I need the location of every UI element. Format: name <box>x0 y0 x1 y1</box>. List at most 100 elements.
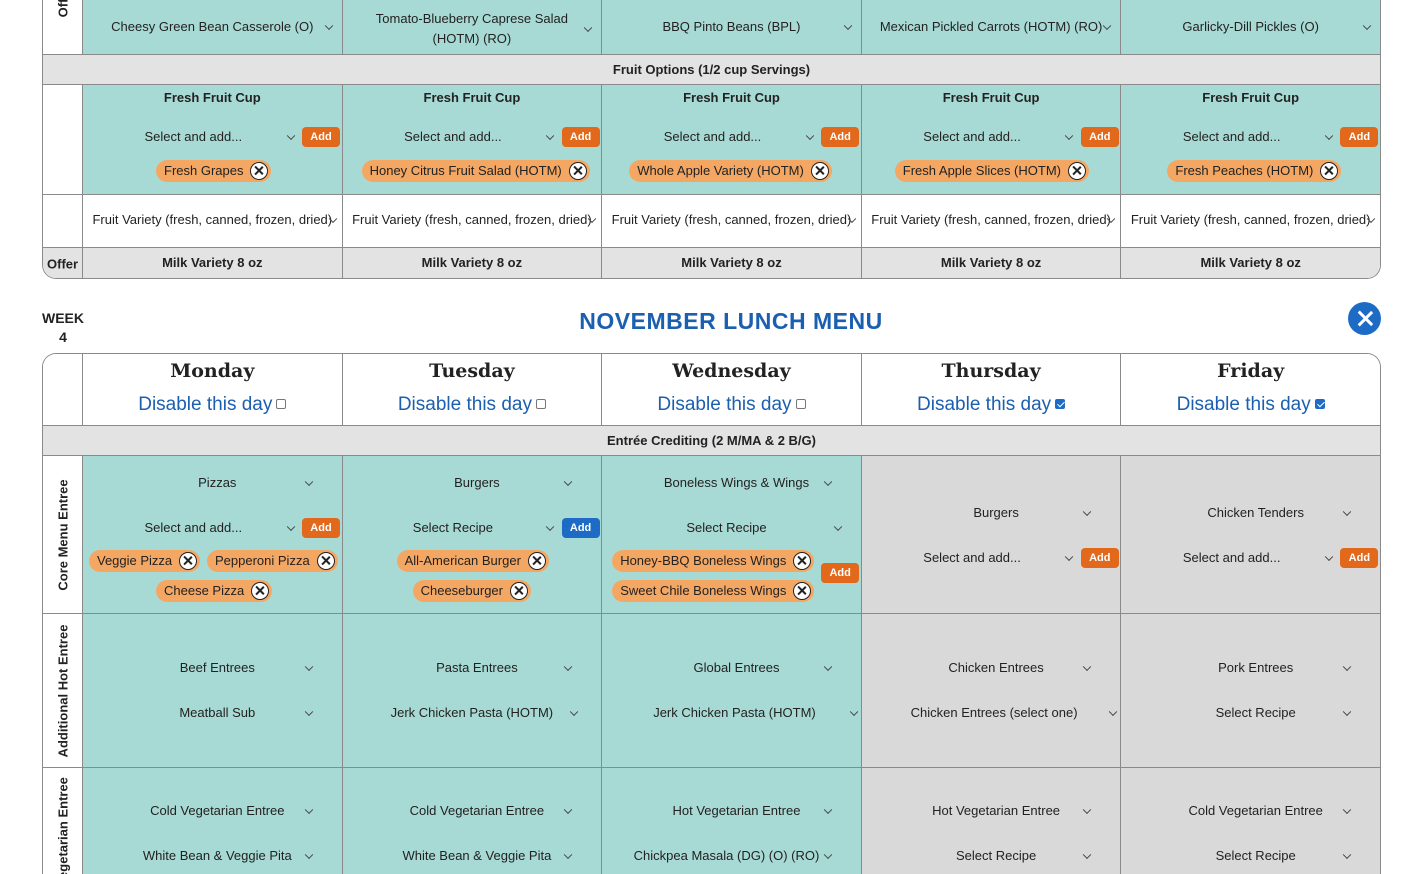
category-select[interactable]: Cold Vegetarian Entree <box>383 803 573 818</box>
day-header-row: Monday Disable this day Tuesday Disable th… <box>43 354 1380 426</box>
selected-chip: Fresh Grapes <box>156 160 272 182</box>
fruit-select[interactable]: Select and add... <box>1131 129 1334 144</box>
remove-chip-icon[interactable] <box>250 162 269 180</box>
remove-chip-icon[interactable] <box>509 582 528 600</box>
recipe-select[interactable]: Select Recipe <box>902 848 1092 863</box>
remove-chip-icon[interactable] <box>1320 162 1339 180</box>
category-select[interactable]: Pizzas <box>123 475 313 490</box>
fruit-variety-select[interactable]: Fruit Variety (fresh, canned, frozen, dr… <box>866 212 1117 227</box>
selected-chip: All-American Burger <box>396 550 549 572</box>
select-value: Pizzas <box>198 475 237 490</box>
category-select[interactable]: Pasta Entrees <box>383 660 573 675</box>
remove-chip-icon[interactable] <box>179 552 198 570</box>
disable-day-toggle[interactable]: Disable this day <box>343 394 602 416</box>
recipe-select[interactable]: Select Recipe <box>612 520 843 535</box>
category-select[interactable]: Hot Vegetarian Entree <box>642 803 833 818</box>
category-select[interactable]: Burgers <box>383 475 573 490</box>
category-select[interactable]: Chicken Entrees <box>902 660 1092 675</box>
vegetable-select[interactable]: Garlicky-Dill Pickles (O) <box>1131 19 1372 34</box>
add-button[interactable]: Add <box>1340 127 1379 147</box>
remove-chip-icon[interactable] <box>1067 162 1086 180</box>
fruit-select[interactable]: Select and add... <box>612 129 815 144</box>
category-select[interactable]: Cold Vegetarian Entree <box>1161 803 1352 818</box>
disable-day-toggle[interactable]: Disable this day <box>1121 394 1380 416</box>
fruit-cell: Fresh Fruit Cup Select and add... Add Fr… <box>861 85 1122 194</box>
category-select[interactable]: Pork Entrees <box>1161 660 1352 675</box>
recipe-select[interactable]: White Bean & Veggie Pita <box>123 848 313 863</box>
recipe-select[interactable]: Select and add... <box>872 550 1074 565</box>
add-button[interactable]: Add <box>561 127 600 147</box>
disable-day-checkbox[interactable] <box>535 398 546 409</box>
disable-day-toggle[interactable]: Disable this day <box>602 394 861 416</box>
category-select[interactable]: Cold Vegetarian Entree <box>123 803 313 818</box>
category-select[interactable]: Burgers <box>902 505 1092 520</box>
disable-day-toggle[interactable]: Disable this day <box>862 394 1121 416</box>
chevron-down-icon <box>304 662 313 671</box>
recipe-select[interactable]: Select Recipe <box>353 520 555 535</box>
vegetable-select[interactable]: Tomato-Blueberry Caprese Salad (HOTM) (R… <box>353 9 593 49</box>
add-button[interactable]: Add <box>1340 548 1379 568</box>
remove-chip-icon[interactable] <box>251 582 270 600</box>
fruit-select[interactable]: Select and add... <box>93 129 295 144</box>
disable-day-checkbox[interactable] <box>795 398 806 409</box>
disable-day-toggle[interactable]: Disable this day <box>83 394 342 416</box>
remove-chip-icon[interactable] <box>793 552 812 570</box>
select-value: Meatball Sub <box>179 705 256 720</box>
vegetable-select[interactable]: BBQ Pinto Beans (BPL) <box>612 19 853 34</box>
vegetable-cell: BBQ Pinto Beans (BPL) <box>602 0 862 54</box>
recipe-select[interactable]: White Bean & Veggie Pita <box>383 848 573 863</box>
category-select[interactable]: Beef Entrees <box>123 660 313 675</box>
recipe-select[interactable]: Select and add... <box>93 520 295 535</box>
select-value: Chicken Tenders <box>1207 505 1304 520</box>
recipe-select[interactable]: Meatball Sub <box>123 705 313 720</box>
vegetable-cell: Tomato-Blueberry Caprese Salad (HOTM) (R… <box>342 0 603 54</box>
hot-entree-cell: Global Entrees Jerk Chicken Pasta (HOTM) <box>602 614 862 767</box>
add-button[interactable]: Add <box>302 518 340 538</box>
remove-chip-icon[interactable] <box>810 162 829 180</box>
recipe-select[interactable]: Jerk Chicken Pasta (HOTM) <box>612 705 859 720</box>
disable-day-checkbox[interactable] <box>276 398 287 409</box>
day-header-wednesday: Wednesday Disable this day <box>602 354 862 425</box>
recipe-select[interactable]: Select Recipe <box>1161 705 1352 720</box>
add-button[interactable]: Add <box>1080 127 1119 147</box>
select-value: Select and add... <box>1182 550 1281 565</box>
disable-day-checkbox[interactable] <box>1055 398 1066 409</box>
category-select[interactable]: Hot Vegetarian Entree <box>902 803 1092 818</box>
remove-chip-icon[interactable] <box>568 162 587 180</box>
category-select[interactable]: Chicken Tenders <box>1161 505 1352 520</box>
recipe-select[interactable]: Select and add... <box>1131 550 1334 565</box>
fruit-variety-select[interactable]: Fruit Variety (fresh, canned, frozen, dr… <box>347 212 598 227</box>
chevron-down-icon <box>849 707 859 716</box>
recipe-select[interactable]: Jerk Chicken Pasta (HOTM) <box>367 705 579 720</box>
chevron-down-icon <box>823 662 833 671</box>
close-icon[interactable] <box>1348 302 1381 335</box>
category-select[interactable]: Boneless Wings & Wings <box>642 475 833 490</box>
vegetable-select[interactable]: Mexican Pickled Carrots (HOTM) (RO) <box>872 19 1112 34</box>
fruit-select[interactable]: Select and add... <box>353 129 555 144</box>
select-value: Garlicky-Dill Pickles (O) <box>1182 19 1319 34</box>
recipe-select[interactable]: Select Recipe <box>1161 848 1352 863</box>
remove-chip-icon[interactable] <box>527 552 546 570</box>
add-button[interactable]: Add <box>1080 548 1119 568</box>
fruit-variety-select[interactable]: Fruit Variety (fresh, canned, frozen, dr… <box>1125 212 1376 227</box>
chip-label: Veggie Pizza <box>97 553 173 568</box>
add-button[interactable]: Add <box>561 518 600 538</box>
add-button[interactable]: Add <box>302 127 340 147</box>
day-header-monday: Monday Disable this day <box>83 354 343 425</box>
fruit-variety-select[interactable]: Fruit Variety (fresh, canned, frozen, dr… <box>606 212 857 227</box>
select-value: Fruit Variety (fresh, canned, frozen, dr… <box>871 212 1111 227</box>
add-button[interactable]: Add <box>821 563 860 583</box>
vegetable-select[interactable]: Cheesy Green Bean Casserole (O) <box>93 19 333 34</box>
category-select[interactable]: Global Entrees <box>642 660 833 675</box>
fruit-variety-select[interactable]: Fruit Variety (fresh, canned, frozen, dr… <box>87 212 338 227</box>
add-button[interactable]: Add <box>821 127 860 147</box>
fruit-select[interactable]: Select and add... <box>872 129 1074 144</box>
chevron-down-icon <box>304 707 313 716</box>
select-value: Burgers <box>973 505 1019 520</box>
recipe-select[interactable]: Chickpea Masala (DG) (O) (RO) <box>622 848 833 863</box>
remove-chip-icon[interactable] <box>793 582 812 600</box>
chevron-down-icon <box>1065 552 1074 561</box>
recipe-select[interactable]: Chicken Entrees (select one) <box>872 705 1118 720</box>
disable-day-checkbox[interactable] <box>1314 398 1325 409</box>
remove-chip-icon[interactable] <box>316 552 335 570</box>
